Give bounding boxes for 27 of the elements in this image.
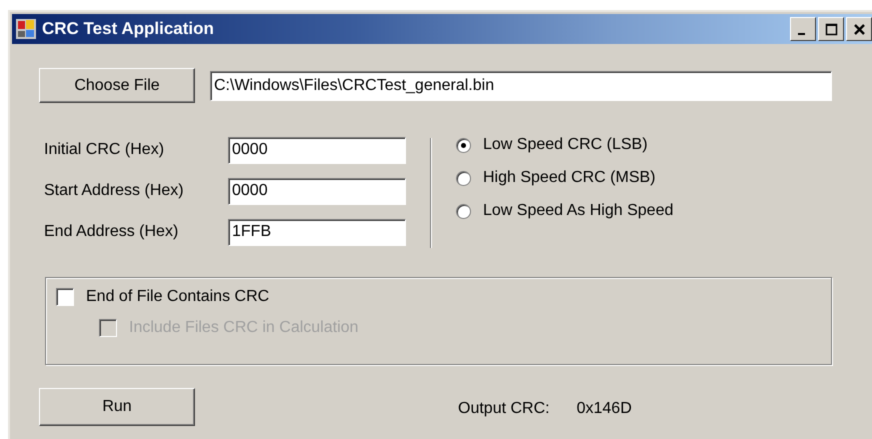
checkbox-option[interactable]: End of File Contains CRC xyxy=(56,288,270,306)
checkbox[interactable] xyxy=(56,288,74,306)
output-label: Output CRC: xyxy=(458,400,550,418)
radio-option[interactable]: Low Speed CRC (LSB) xyxy=(456,136,674,154)
radio-option[interactable]: High Speed CRC (MSB) xyxy=(456,169,674,187)
maximize-button[interactable] xyxy=(818,17,844,41)
minimize-button[interactable] xyxy=(790,17,816,41)
close-icon xyxy=(852,22,866,36)
field-label: Start Address (Hex) xyxy=(44,182,185,200)
maximize-icon xyxy=(824,22,838,36)
radio-button[interactable] xyxy=(456,204,471,218)
window-title: CRC Test Application xyxy=(42,19,215,39)
close-button[interactable] xyxy=(846,17,872,41)
hex-field[interactable]: 1FFB xyxy=(228,218,406,246)
field-label: End Address (Hex) xyxy=(44,223,180,241)
file-path-field[interactable]: C:\Windows\Files\CRCTest_general.bin xyxy=(210,70,832,100)
minimize-icon xyxy=(798,32,804,34)
run-button[interactable]: Run xyxy=(39,388,195,426)
hex-field[interactable]: 0000 xyxy=(228,178,406,204)
radio-button[interactable] xyxy=(456,170,471,186)
hex-field[interactable]: 0000 xyxy=(228,136,406,164)
choose-file-button[interactable]: Choose File xyxy=(39,68,195,103)
output-value: 0x146D xyxy=(576,400,632,418)
app-icon xyxy=(16,19,36,39)
field-label: Initial CRC (Hex) xyxy=(44,141,166,159)
radio-option[interactable]: Low Speed As High Speed xyxy=(456,202,674,220)
radio-button[interactable] xyxy=(456,138,471,152)
